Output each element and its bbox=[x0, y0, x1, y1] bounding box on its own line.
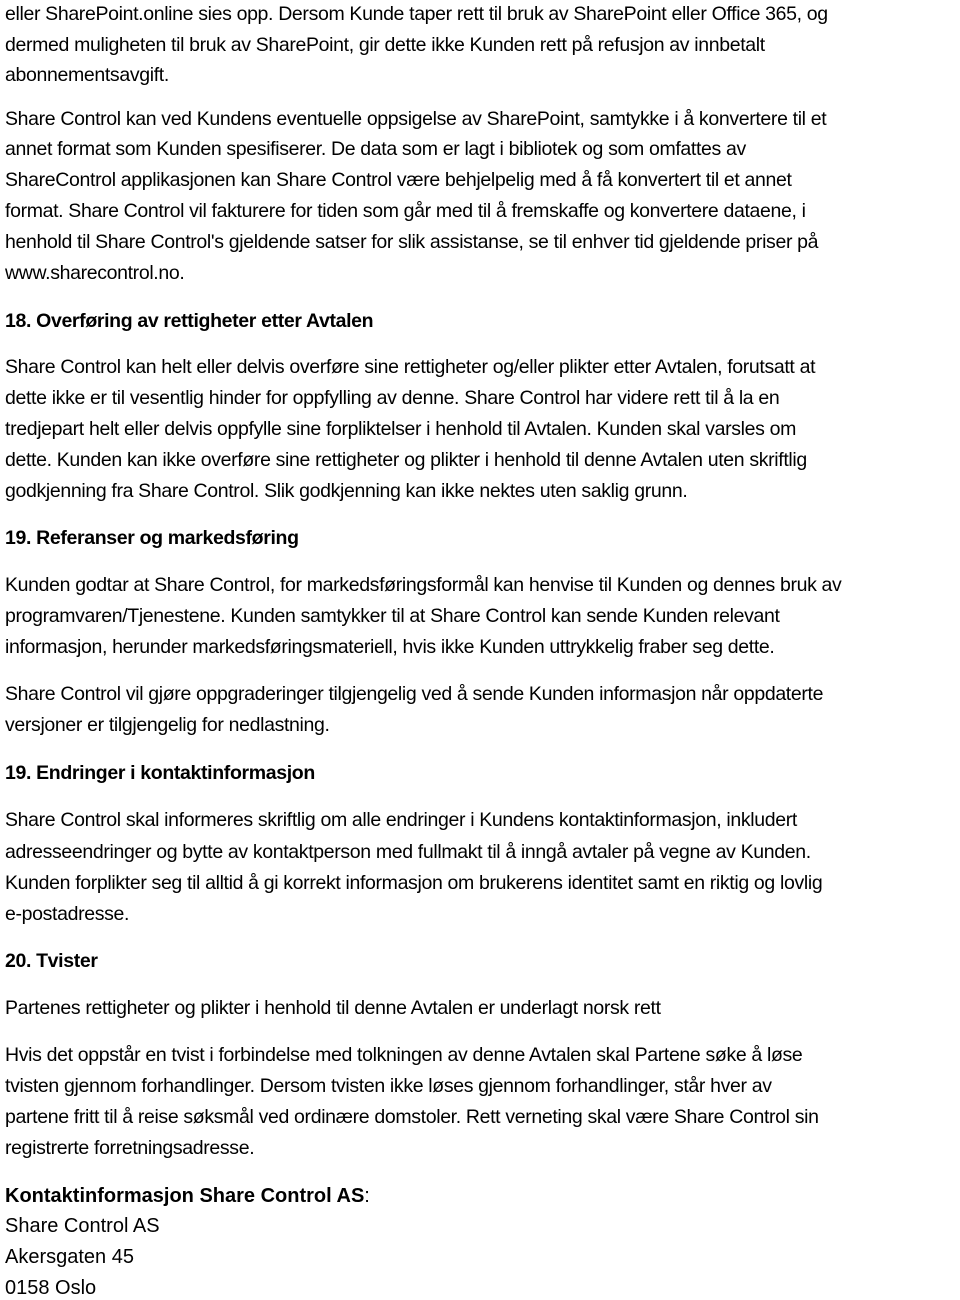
text-line: dette ikke er til vesentlig hinder for o… bbox=[5, 387, 780, 409]
text-line: Hvis det oppstår en tvist i forbindelse … bbox=[5, 1044, 803, 1066]
section-heading: 18. Overføring av rettigheter etter Avta… bbox=[5, 310, 374, 332]
section-heading: 19. Referanser og markedsføring bbox=[5, 527, 299, 549]
contact-company: Share Control AS bbox=[5, 1215, 160, 1237]
text-line: versjoner er tilgjengelig for nedlastnin… bbox=[5, 714, 330, 736]
document-page: eller SharePoint.online sies opp. Dersom… bbox=[0, 0, 960, 1299]
text-line: e-postadresse. bbox=[5, 903, 130, 925]
text-line: tredjepart helt eller delvis oppfylle si… bbox=[5, 418, 796, 440]
website-link[interactable]: www.sharecontrol.no. bbox=[5, 261, 185, 285]
text-line: henhold til Share Control's gjeldende sa… bbox=[5, 231, 819, 253]
text-line: informasjon, herunder markedsføringsmate… bbox=[5, 636, 775, 658]
text-line: Share Control vil gjøre oppgraderinger t… bbox=[5, 683, 824, 705]
text-line: format. Share Control vil fakturere for … bbox=[5, 200, 806, 222]
text-line: Kunden godtar at Share Control, for mark… bbox=[5, 574, 842, 596]
contact-street: Akersgaten 45 bbox=[5, 1246, 134, 1268]
text-line: godkjenning fra Share Control. Slik godk… bbox=[5, 480, 688, 502]
contact-heading-colon: : bbox=[364, 1185, 370, 1207]
text-line: Partenes rettigheter og plikter i henhol… bbox=[5, 997, 661, 1019]
section-heading: 20. Tvister bbox=[5, 950, 98, 972]
text-line: dermed muligheten til bruk av SharePoint… bbox=[5, 34, 765, 56]
text-line: Share Control kan ved Kundens eventuelle… bbox=[5, 108, 827, 130]
text-line: Share Control skal informeres skriftlig … bbox=[5, 809, 797, 831]
text-line: abonnementsavgift. bbox=[5, 64, 169, 86]
text-line: eller SharePoint.online sies opp. Dersom… bbox=[5, 3, 828, 25]
text-line: Share Control kan helt eller delvis over… bbox=[5, 356, 816, 378]
text-line: annet format som Kunden spesifiserer. De… bbox=[5, 138, 746, 160]
text-line: ShareControl applikasjonen kan Share Con… bbox=[5, 169, 792, 191]
text-line: partene fritt til å reise søksmål ved or… bbox=[5, 1106, 819, 1128]
contact-postal: 0158 Oslo bbox=[5, 1277, 97, 1299]
section-heading: 19. Endringer i kontaktinformasjon bbox=[5, 762, 315, 784]
text-line: Kunden forplikter seg til alltid å gi ko… bbox=[5, 872, 823, 894]
text-line: programvaren/Tjenestene. Kunden samtykke… bbox=[5, 605, 780, 627]
text-line: tvisten gjennom forhandlinger. Dersom tv… bbox=[5, 1075, 772, 1097]
text-line: registrerte forretningsadresse. bbox=[5, 1137, 255, 1159]
contact-heading: Kontaktinformasjon Share Control AS bbox=[5, 1185, 365, 1207]
contact-heading-line: Kontaktinformasjon Share Control AS: bbox=[5, 1184, 370, 1208]
text-line: adresseendringer og bytte av kontaktpers… bbox=[5, 841, 811, 863]
text-line: dette. Kunden kan ikke overføre sine ret… bbox=[5, 449, 807, 471]
